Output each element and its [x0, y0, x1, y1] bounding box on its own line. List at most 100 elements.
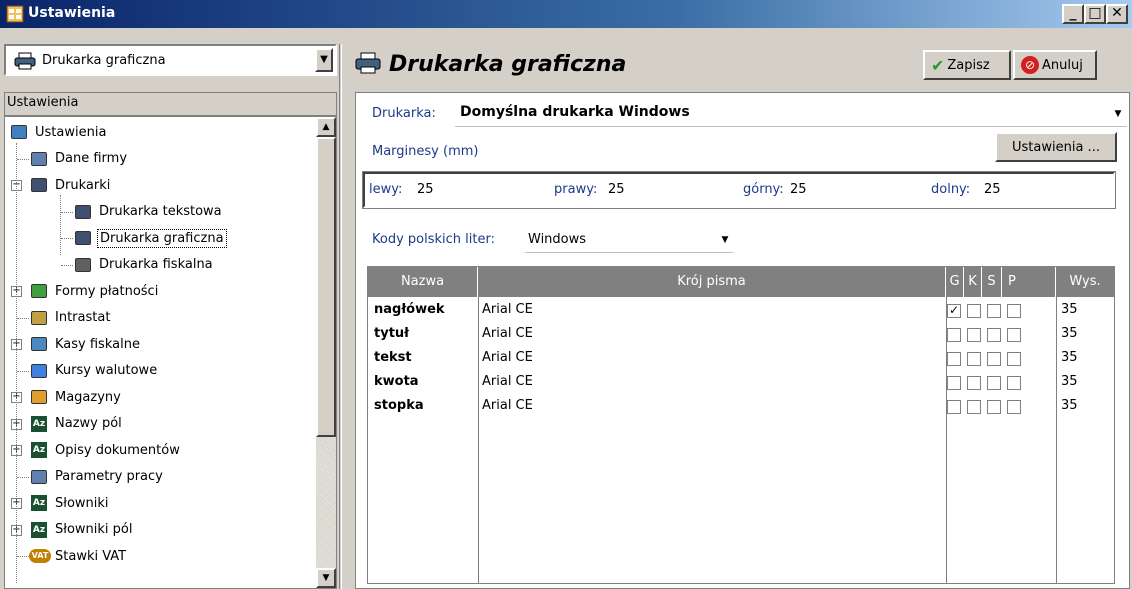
margin-top-label: górny:	[743, 182, 784, 197]
minimize-button[interactable]: _	[1062, 4, 1084, 24]
printer-dropdown-icon[interactable]: ▼	[1111, 104, 1125, 124]
checkbox-p[interactable]	[1007, 328, 1021, 342]
cancel-icon: ⊘	[1021, 56, 1039, 74]
checkbox-p[interactable]	[1007, 400, 1021, 414]
tree-item-label: Drukarki	[55, 177, 111, 193]
tree-scrollbar[interactable]: ▲ ▼	[316, 117, 336, 588]
tree-item[interactable]: Magazyny	[29, 384, 123, 410]
scroll-up-icon[interactable]: ▲	[316, 117, 336, 137]
close-button[interactable]: ✕	[1106, 4, 1128, 24]
chevron-down-icon[interactable]: ▼	[315, 48, 333, 72]
save-button[interactable]: ✔ Zapisz	[923, 50, 1011, 80]
checkbox-p[interactable]	[1007, 376, 1021, 390]
codes-value[interactable]: Windows	[528, 232, 586, 247]
checkbox-s[interactable]	[987, 328, 1001, 342]
cell-font[interactable]: Arial CE	[482, 326, 533, 341]
section-combobox[interactable]: Drukarka graficzna ▼	[4, 44, 337, 76]
tree-item-label: Drukarka graficzna	[97, 228, 227, 248]
codes-dropdown-icon[interactable]: ▼	[718, 230, 732, 250]
col-header-g[interactable]: G	[946, 267, 964, 297]
margin-top-input[interactable]: 25	[790, 182, 807, 197]
checkbox-p[interactable]	[1007, 304, 1021, 318]
table-row[interactable]: tekst Arial CE 35	[368, 347, 1114, 371]
tree-item[interactable]: Drukarki	[29, 172, 112, 198]
table-row[interactable]: stopka Arial CE 35	[368, 395, 1114, 419]
table-row[interactable]: kwota Arial CE 35	[368, 371, 1114, 395]
cancel-button-label: Anuluj	[1042, 57, 1083, 73]
checkbox-k[interactable]	[967, 352, 981, 366]
settings-window: Ustawienia _ □ ✕ Drukarka graficzna ▼ Us…	[0, 0, 1132, 589]
cell-font[interactable]: Arial CE	[482, 374, 533, 389]
margin-left-input[interactable]: 25	[417, 182, 434, 197]
checkbox-g[interactable]: ✓	[947, 304, 961, 318]
tree-item[interactable]: Az Słowniki	[29, 490, 111, 516]
cancel-button[interactable]: ⊘ Anuluj	[1013, 50, 1097, 80]
checkbox-g[interactable]	[947, 376, 961, 390]
cell-height[interactable]: 35	[1061, 302, 1078, 317]
tree-item-label: Magazyny	[55, 389, 121, 405]
tree-item[interactable]: VAT Stawki VAT	[29, 543, 128, 569]
margin-bottom-input[interactable]: 25	[984, 182, 1001, 197]
tree-item[interactable]: Az Opisy dokumentów	[29, 437, 182, 463]
tree-item[interactable]: Drukarka fiskalna	[73, 252, 215, 278]
checkbox-s[interactable]	[987, 304, 1001, 318]
cell-name: kwota	[374, 374, 419, 389]
table-row[interactable]: tytuł Arial CE 35	[368, 323, 1114, 347]
cell-height[interactable]: 35	[1061, 398, 1078, 413]
checkbox-k[interactable]	[967, 376, 981, 390]
printer-icon	[73, 228, 93, 248]
printer-value[interactable]: Domyślna drukarka Windows	[460, 104, 690, 120]
tree-item[interactable]: Drukarka graficzna	[73, 225, 227, 251]
scroll-thumb[interactable]	[316, 137, 336, 437]
tree-item[interactable]: Dane firmy	[29, 146, 129, 172]
tree-item[interactable]: Drukarka tekstowa	[73, 199, 224, 225]
checkbox-s[interactable]	[987, 400, 1001, 414]
fiscal-printer-icon	[73, 255, 93, 275]
tree-item-label: Drukarka tekstowa	[99, 204, 222, 219]
cell-font[interactable]: Arial CE	[482, 302, 533, 317]
col-header-font[interactable]: Krój pisma	[478, 267, 946, 297]
tree-item[interactable]: Ustawienia	[9, 119, 108, 145]
tree-item[interactable]: Formy płatności	[29, 278, 160, 304]
cell-height[interactable]: 35	[1061, 350, 1078, 365]
table-row[interactable]: nagłówek Arial CE ✓ 35	[368, 299, 1114, 323]
splitter[interactable]	[339, 44, 342, 589]
cell-height[interactable]: 35	[1061, 326, 1078, 341]
codes-underline	[525, 252, 733, 253]
tree-item[interactable]: Az Nazwy pól	[29, 411, 124, 437]
checkbox-g[interactable]	[947, 328, 961, 342]
checkbox-g[interactable]	[947, 400, 961, 414]
tree-item[interactable]: Intrastat	[29, 305, 112, 331]
margin-right-input[interactable]: 25	[608, 182, 625, 197]
maximize-button[interactable]: □	[1084, 4, 1106, 24]
vat-icon: VAT	[29, 546, 51, 566]
printer-settings-button[interactable]: Ustawienia ...	[995, 132, 1117, 162]
tree-connector	[61, 238, 73, 239]
fonts-grid: Nazwa Krój pisma G K S Wys. P nagłówek Ar…	[367, 266, 1115, 584]
tree-item-label: Drukarka fiskalna	[99, 257, 213, 272]
col-header-height[interactable]: Wys.	[1056, 267, 1114, 297]
tree-item[interactable]: Kursy walutowe	[29, 358, 159, 384]
tree-header: Ustawienia	[4, 92, 337, 116]
col-header-k[interactable]: K	[964, 267, 982, 297]
checkbox-k[interactable]	[967, 304, 981, 318]
checkbox-s[interactable]	[987, 376, 1001, 390]
cell-name: stopka	[374, 398, 424, 413]
az-icon: Az	[29, 414, 49, 434]
checkbox-g[interactable]	[947, 352, 961, 366]
app-icon	[6, 5, 24, 23]
tree-item[interactable]: Az Słowniki pól	[29, 517, 134, 543]
cell-font[interactable]: Arial CE	[482, 350, 533, 365]
cell-height[interactable]: 35	[1061, 374, 1078, 389]
checkbox-p[interactable]	[1007, 352, 1021, 366]
checkbox-s[interactable]	[987, 352, 1001, 366]
cell-font[interactable]: Arial CE	[482, 398, 533, 413]
tree-item-label: Dane firmy	[55, 151, 128, 166]
scroll-down-icon[interactable]: ▼	[316, 568, 336, 588]
col-header-name[interactable]: Nazwa	[368, 267, 478, 297]
checkbox-k[interactable]	[967, 328, 981, 342]
tree-item[interactable]: Parametry pracy	[29, 464, 165, 490]
col-header-s[interactable]: S	[982, 267, 1002, 297]
checkbox-k[interactable]	[967, 400, 981, 414]
tree-item[interactable]: Kasy fiskalne	[29, 331, 142, 357]
